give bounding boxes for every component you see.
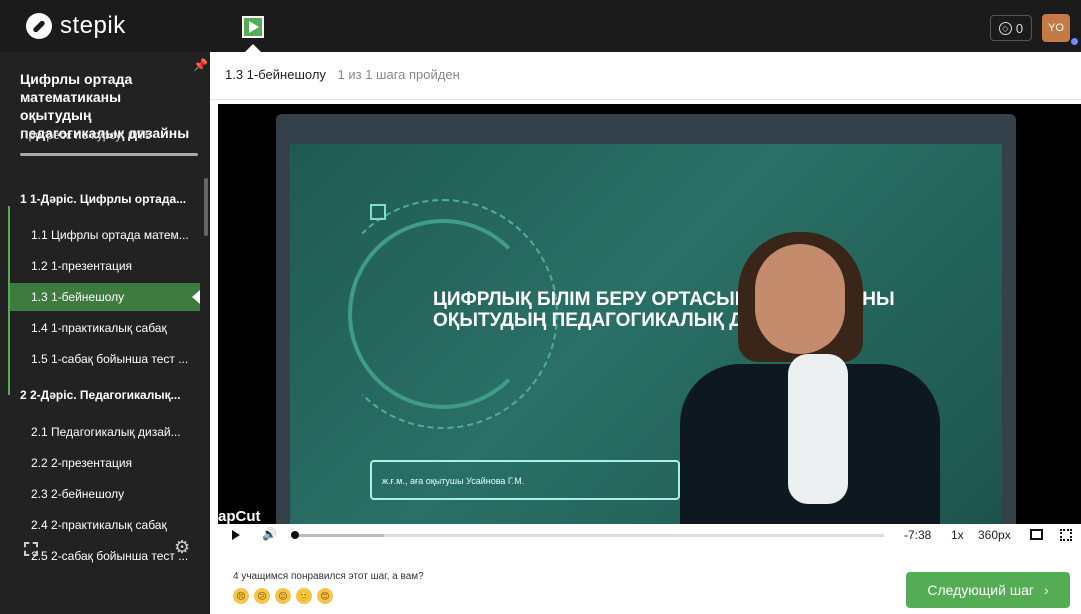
fullscreen-icon[interactable] <box>1060 529 1072 541</box>
quality-selector[interactable]: 360px <box>978 528 1011 542</box>
seek-bar[interactable] <box>291 531 884 539</box>
emoji-sad-icon[interactable]: 😕 <box>254 588 270 604</box>
lesson-1-4[interactable]: 1.4 1-практикалық сабақ <box>10 314 200 342</box>
emoji-angry-icon[interactable]: 😣 <box>233 588 249 604</box>
chip-icon <box>370 204 386 220</box>
diamond-icon: ◇ <box>998 21 1012 35</box>
lesson-status: 1 из 1 шага пройден <box>337 67 460 82</box>
slide-title-line-1: ЦИФРЛЫҚ БІЛІМ БЕРУ ОРТАСЫНД <box>433 289 762 310</box>
capcut-watermark: apCut <box>218 508 261 524</box>
course-progress-label: Прогресс по курсу: 0/75 <box>20 128 152 142</box>
points-badge[interactable]: ◇ 0 <box>990 15 1032 41</box>
next-step-button[interactable]: Следующий шаг › <box>906 572 1070 608</box>
lesson-title: 1.3 1-бейнешолу <box>225 67 326 82</box>
emoji-neutral-icon[interactable]: 😐 <box>275 588 291 604</box>
lesson-2-5[interactable]: 2.5 2-сабақ бойынша тест ... <box>10 542 200 570</box>
section-1[interactable]: 1 1-Дәріс. Цифрлы ортада... <box>20 192 186 206</box>
user-avatar[interactable]: YO <box>1042 14 1070 42</box>
next-step-label: Следующий шаг <box>927 582 1034 598</box>
reaction-emojis: 😣 😕 😐 🙂 😊 <box>233 588 333 604</box>
slide-title: ЦИФРЛЫҚ БІЛІМ БЕРУ ОРТАСЫНД ИКАНЫ ОҚЫТУД… <box>433 289 993 331</box>
emoji-happy-icon[interactable]: 😊 <box>317 588 333 604</box>
header-divider <box>210 99 1081 100</box>
step-pointer <box>245 44 261 52</box>
chevron-right-icon: › <box>1043 582 1049 598</box>
slide-title-line-2: ОҚЫТУДЫҢ ПЕДАГОГИКАЛЫҚ Д <box>433 310 743 331</box>
stepik-logo[interactable]: stepik <box>26 12 126 40</box>
video-step-icon[interactable] <box>242 16 264 38</box>
lesson-header: 1.3 1-бейнешолу 1 из 1 шага пройден <box>225 67 460 82</box>
lesson-1-5[interactable]: 1.5 1-сабақ бойынша тест ... <box>10 345 200 373</box>
lesson-2-3[interactable]: 2.3 2-бейнешолу <box>10 480 200 508</box>
lesson-2-1[interactable]: 2.1 Педагогикалық дизай... <box>10 418 200 446</box>
expand-icon[interactable] <box>24 542 38 556</box>
presenter-caption: ж.ғ.м., аға оқытушы Усайнова Г.М. <box>370 460 680 500</box>
lesson-2-2[interactable]: 2.2 2-презентация <box>10 449 200 477</box>
notification-dot <box>1071 38 1078 45</box>
video-controls: 🔊 -7:38 1x 360px <box>218 524 1081 546</box>
seek-buffer <box>294 534 384 537</box>
video-player[interactable]: ЦИФРЛЫҚ БІЛІМ БЕРУ ОРТАСЫНД ИКАНЫ ОҚЫТУД… <box>218 104 1081 524</box>
course-progress-bar <box>20 153 198 156</box>
course-sidebar: 📌 Цифрлы ортада математиканы оқытудың пе… <box>0 52 210 614</box>
volume-icon[interactable]: 🔊 <box>262 527 277 541</box>
lesson-2-4[interactable]: 2.4 2-практикалық сабақ <box>10 511 200 539</box>
presenter-blouse <box>788 354 848 504</box>
seek-handle[interactable] <box>291 531 299 539</box>
presenter-face <box>755 244 845 354</box>
points-value: 0 <box>1015 20 1024 36</box>
section-2[interactable]: 2 2-Дәріс. Педагогикалық... <box>20 388 181 402</box>
lesson-1-2[interactable]: 1.2 1-презентация <box>10 252 200 280</box>
gear-icon[interactable]: ⚙ <box>174 537 190 558</box>
time-remaining: -7:38 <box>904 528 932 542</box>
play-icon[interactable] <box>232 530 240 540</box>
lesson-1-1[interactable]: 1.1 Цифрлы ортада матем... <box>10 221 200 249</box>
likes-text: 4 учащимся понравился этот шаг, а вам? <box>233 571 424 582</box>
playback-speed[interactable]: 1x <box>951 528 964 542</box>
brand-name: stepik <box>60 12 126 39</box>
lesson-1-3-active[interactable]: 1.3 1-бейнешолу <box>10 283 200 311</box>
emoji-smile-icon[interactable]: 🙂 <box>296 588 312 604</box>
stepik-logo-icon <box>26 13 52 39</box>
picture-in-picture-icon[interactable] <box>1030 529 1043 540</box>
sidebar-scrollbar[interactable] <box>204 178 208 236</box>
top-navbar: stepik ◇ 0 YO <box>0 0 1081 52</box>
